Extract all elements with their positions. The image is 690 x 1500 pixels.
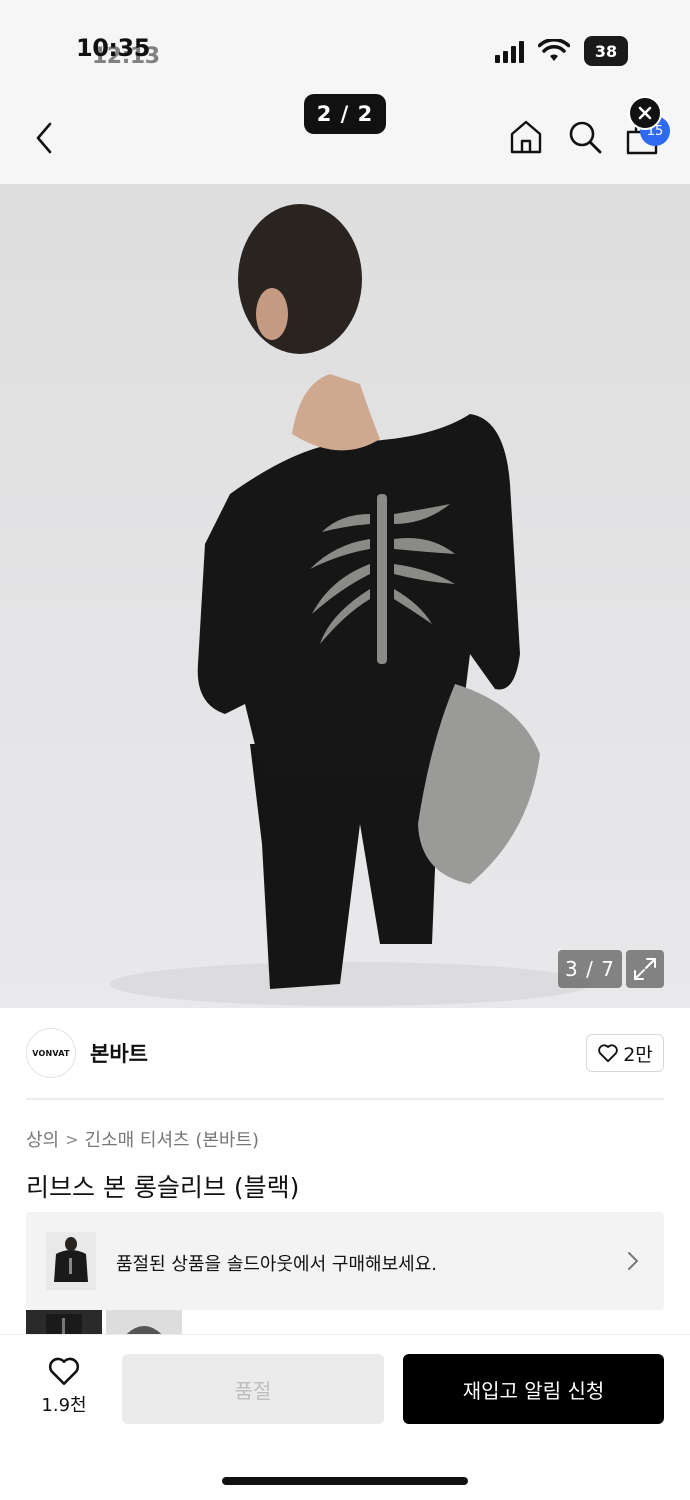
thumbnail-1[interactable] bbox=[26, 1310, 102, 1334]
expand-image-button[interactable] bbox=[626, 950, 664, 988]
restock-alert-button[interactable]: 재입고 알림 신청 bbox=[403, 1354, 664, 1424]
breadcrumb-item-category[interactable]: 상의 bbox=[26, 1126, 59, 1152]
home-indicator bbox=[222, 1477, 468, 1485]
banner-thumbnail bbox=[46, 1232, 96, 1290]
cellular-signal-icon bbox=[495, 39, 524, 63]
heart-icon bbox=[48, 1357, 80, 1386]
thumbnail-2[interactable] bbox=[106, 1310, 182, 1334]
brand-logo[interactable]: VONVAT bbox=[26, 1028, 76, 1078]
brand-like-button[interactable]: 2만 bbox=[586, 1034, 664, 1072]
chevron-left-icon bbox=[36, 122, 52, 154]
wifi-icon bbox=[538, 39, 570, 61]
status-bar: 12:13 10:35 38 bbox=[0, 0, 690, 92]
soldout-button: 품절 bbox=[122, 1354, 384, 1424]
image-counter: 3 / 7 bbox=[558, 950, 622, 988]
back-button[interactable] bbox=[30, 120, 62, 156]
home-icon bbox=[510, 120, 542, 154]
wishlist-button[interactable]: 1.9천 bbox=[28, 1355, 100, 1427]
search-icon bbox=[569, 121, 602, 154]
breadcrumb-item-subcategory[interactable]: 긴소매 티셔츠 (본바트) bbox=[85, 1126, 260, 1152]
soldout-banner-text: 품절된 상품을 솔드아웃에서 구매해보세요. bbox=[116, 1254, 437, 1275]
chevron-right-icon: > bbox=[65, 1129, 79, 1149]
status-icons: 38 bbox=[495, 36, 628, 66]
page-indicator: 2 / 2 bbox=[304, 94, 386, 134]
product-image[interactable] bbox=[0, 184, 690, 1008]
brand-row[interactable]: VONVAT 본바트 2만 bbox=[0, 1008, 690, 1100]
battery-icon: 38 bbox=[584, 36, 628, 66]
close-button[interactable] bbox=[628, 96, 662, 130]
status-time: 10:35 bbox=[76, 34, 150, 62]
brand-name[interactable]: 본바트 bbox=[90, 1038, 148, 1068]
expand-icon bbox=[634, 958, 656, 980]
product-photo bbox=[110, 204, 590, 1006]
heart-icon bbox=[598, 1044, 618, 1063]
brand-like-count: 2만 bbox=[623, 1043, 653, 1066]
divider bbox=[26, 1098, 664, 1100]
top-navigation: 2 / 2 15 bbox=[0, 92, 690, 184]
bottom-action-bar: 1.9천 품절 재입고 알림 신청 bbox=[0, 1334, 690, 1500]
home-button[interactable] bbox=[508, 118, 544, 156]
wishlist-count: 1.9천 bbox=[41, 1395, 87, 1416]
search-button[interactable] bbox=[566, 118, 604, 156]
thumbnail-strip bbox=[26, 1310, 326, 1334]
close-icon bbox=[638, 106, 652, 120]
product-title: 리브스 본 롱슬리브 (블랙) bbox=[26, 1173, 300, 1202]
soldout-banner[interactable]: 품절된 상품을 솔드아웃에서 구매해보세요. bbox=[26, 1212, 664, 1310]
breadcrumb: 상의 > 긴소매 티셔츠 (본바트) bbox=[26, 1126, 259, 1152]
chevron-right-icon bbox=[628, 1252, 638, 1270]
